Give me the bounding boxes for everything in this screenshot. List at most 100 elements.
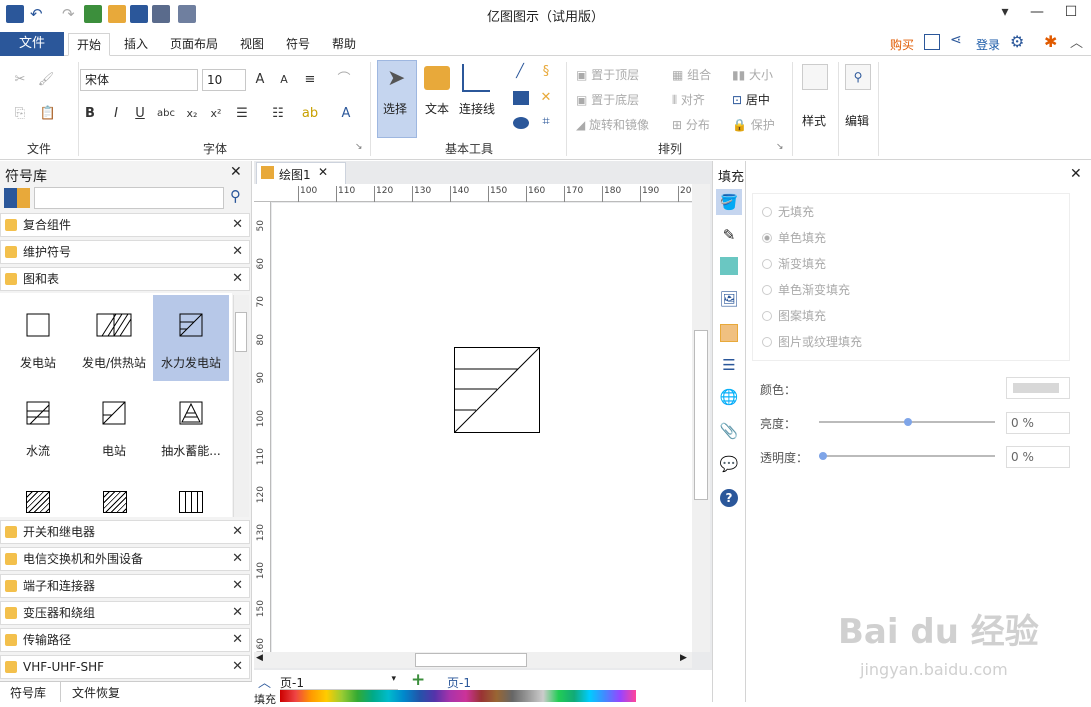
- symbol-pumped-storage[interactable]: 抽水蓄能...: [153, 383, 229, 469]
- category-close-icon[interactable]: ✕: [232, 214, 243, 236]
- ribbon-options-icon[interactable]: ▾: [988, 0, 1022, 26]
- transparency-slider-thumb[interactable]: [819, 452, 827, 460]
- shadow-icon[interactable]: [720, 257, 738, 275]
- category-transmission[interactable]: 传输路径 ✕: [0, 628, 250, 652]
- size-button[interactable]: ▮▮ 大小: [732, 66, 773, 83]
- brightness-input[interactable]: 0 %: [1006, 412, 1070, 434]
- ellipse-tool-icon[interactable]: [513, 117, 529, 129]
- bold-icon[interactable]: B: [80, 104, 100, 124]
- style-icon[interactable]: [802, 64, 828, 90]
- category-close-icon[interactable]: ✕: [232, 602, 243, 624]
- category-terminals[interactable]: 端子和连接器 ✕: [0, 574, 250, 598]
- document-close-icon[interactable]: ✕: [318, 165, 328, 179]
- maximize-button[interactable]: ☐: [1054, 0, 1088, 26]
- fill-option-solid[interactable]: 单色填充: [762, 225, 862, 251]
- line-tool-icon[interactable]: ╱: [510, 62, 530, 82]
- center-button[interactable]: ⊡ 居中: [732, 91, 770, 108]
- protect-button[interactable]: 🔒 保护: [732, 116, 775, 133]
- page-tab[interactable]: 页-1: [447, 674, 471, 691]
- fill-option-picture[interactable]: 图片或纹理填充: [762, 329, 862, 355]
- comment-icon[interactable]: 💬: [716, 451, 742, 477]
- fill-panel-close-icon[interactable]: ✕: [1070, 166, 1082, 182]
- fill-option-single-gradient[interactable]: 单色渐变填充: [762, 277, 862, 303]
- arrange-dialog-launcher-icon[interactable]: ↘: [776, 142, 784, 152]
- scroll-right-icon[interactable]: ▶: [680, 653, 687, 663]
- library-scroll-thumb[interactable]: [235, 312, 247, 352]
- tab-layout[interactable]: 页面布局: [162, 33, 226, 56]
- page-select[interactable]: 页-1 ▾: [280, 674, 398, 690]
- strikethrough-icon[interactable]: abc: [156, 104, 176, 124]
- scroll-left-icon[interactable]: ◀: [256, 653, 263, 663]
- tab-view[interactable]: 视图: [232, 33, 272, 56]
- collapse-ribbon-icon[interactable]: ︿: [1070, 32, 1083, 51]
- rectangle-tool-icon[interactable]: [513, 91, 529, 105]
- symbol-water-flow[interactable]: 水流: [0, 383, 76, 469]
- italic-icon[interactable]: I: [106, 104, 126, 124]
- minimize-button[interactable]: —: [1020, 0, 1054, 26]
- copy-icon[interactable]: ⎘: [10, 104, 30, 124]
- cut-icon[interactable]: ✂: [10, 70, 30, 90]
- tab-help[interactable]: 帮助: [324, 33, 364, 56]
- distribute-button[interactable]: ⊞ 分布: [672, 116, 710, 133]
- add-page-icon[interactable]: +: [411, 670, 425, 690]
- attachment-icon[interactable]: 📎: [716, 418, 742, 444]
- text-shape-icon[interactable]: ⌒: [334, 70, 354, 90]
- shrink-font-icon[interactable]: A: [274, 70, 294, 90]
- hyperlink-icon[interactable]: 🌐: [716, 384, 742, 410]
- category-close-icon[interactable]: ✕: [232, 575, 243, 597]
- category-close-icon[interactable]: ✕: [232, 629, 243, 651]
- page-properties-icon[interactable]: ☰: [716, 352, 742, 378]
- crossing-tool-icon[interactable]: ✕: [536, 88, 556, 108]
- bring-to-top-button[interactable]: ▣ 置于顶层: [576, 66, 639, 83]
- grow-font-icon[interactable]: A: [250, 70, 270, 90]
- library-search-input[interactable]: [34, 187, 224, 209]
- symbol-partial-icon[interactable]: [26, 491, 50, 513]
- symbol-partial-icon[interactable]: [103, 491, 127, 513]
- font-size-select[interactable]: 10: [202, 69, 246, 91]
- fill-option-gradient[interactable]: 渐变填充: [762, 251, 862, 277]
- category-switches[interactable]: 开关和继电器 ✕: [0, 520, 250, 544]
- format-painter-icon[interactable]: 🖌: [36, 70, 56, 90]
- buy-link[interactable]: 购买: [890, 36, 914, 53]
- highlight-icon[interactable]: ab: [300, 104, 320, 124]
- font-name-select[interactable]: 宋体: [80, 69, 198, 91]
- curve-tool-icon[interactable]: §: [536, 62, 556, 82]
- category-close-icon[interactable]: ✕: [232, 521, 243, 543]
- group-button[interactable]: ▦ 组合: [672, 66, 711, 83]
- color-picker[interactable]: [1006, 377, 1070, 399]
- settings-gear-icon[interactable]: ⚙: [1010, 32, 1024, 51]
- layers-icon[interactable]: [720, 324, 738, 342]
- rotate-mirror-button[interactable]: ◢ 旋转和镜像: [576, 116, 649, 133]
- category-close-icon[interactable]: ✕: [232, 656, 243, 678]
- color-palette[interactable]: [280, 690, 636, 702]
- tab-file-recovery[interactable]: 文件恢复: [72, 684, 120, 701]
- symbol-partial-icon[interactable]: [179, 491, 203, 513]
- category-close-icon[interactable]: ✕: [232, 241, 243, 263]
- library-menu-icon[interactable]: [4, 188, 30, 208]
- fill-tool-icon[interactable]: 🪣: [716, 189, 742, 215]
- image-icon[interactable]: 🖼: [716, 286, 742, 312]
- fill-option-none[interactable]: 无填充: [762, 199, 862, 225]
- tab-file[interactable]: 文件: [0, 32, 64, 56]
- help-icon[interactable]: ?: [720, 489, 738, 507]
- theme-icon[interactable]: ✱: [1044, 32, 1057, 51]
- category-composite[interactable]: 复合组件 ✕: [0, 213, 250, 237]
- edit-button[interactable]: 编辑: [845, 112, 869, 129]
- paste-icon[interactable]: 📋: [38, 104, 58, 124]
- binoculars-icon[interactable]: ⚲: [845, 64, 871, 90]
- page-expand-icon[interactable]: ︿: [258, 672, 271, 691]
- vertical-scroll-thumb[interactable]: [694, 330, 708, 500]
- transparency-slider-track[interactable]: [819, 455, 995, 457]
- symbol-power-station[interactable]: 发电站: [0, 295, 76, 381]
- line-spacing-icon[interactable]: ☰: [232, 104, 252, 124]
- horizontal-scroll-thumb[interactable]: [415, 653, 527, 667]
- category-telecom[interactable]: 电信交换机和外围设备 ✕: [0, 547, 250, 571]
- tab-start[interactable]: 开始: [68, 33, 111, 56]
- align-button[interactable]: ⫴ 对齐: [672, 91, 705, 108]
- connector-tool-label[interactable]: 连接线: [459, 100, 495, 117]
- brightness-slider-thumb[interactable]: [904, 418, 912, 426]
- line-style-icon[interactable]: ✎: [716, 222, 742, 248]
- subscript-icon[interactable]: x₂: [182, 104, 202, 124]
- send-to-bottom-button[interactable]: ▣ 置于底层: [576, 91, 639, 108]
- symbol-power-heat-station[interactable]: 发电/供热站: [76, 295, 152, 381]
